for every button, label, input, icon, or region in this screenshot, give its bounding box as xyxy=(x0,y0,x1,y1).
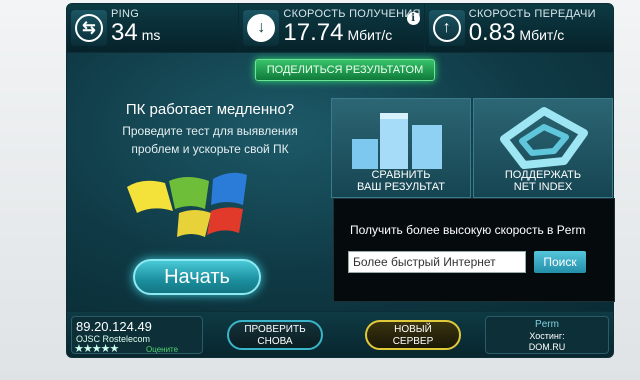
speedtest-app: ⇆ PING 34 ms ↓ СКОРОСТЬ ПОЛУЧЕНИЯ 17.74 Мб… xyxy=(0,0,640,380)
promo-line-1: Проведите тест для выявления xyxy=(122,124,298,138)
ping-metric: ⇆ PING 34 ms xyxy=(67,4,238,52)
promo-block: ПК работает медленно? Проведите тест для… xyxy=(95,101,325,158)
upload-unit: Мбит/с xyxy=(519,27,565,43)
new-server-button[interactable]: НОВЫЙ СЕРВЕР xyxy=(365,320,461,350)
upload-value: 0.83 xyxy=(468,19,516,46)
download-metric: ↓ СКОРОСТЬ ПОЛУЧЕНИЯ 17.74 Мбит/с i xyxy=(238,4,423,52)
compare-result-tile[interactable]: СРАВНИТЬ ВАШ РЕЗУЛЬТАТ xyxy=(331,98,471,198)
server-host-label: Хостинг: xyxy=(529,331,565,341)
net-index-icon xyxy=(500,107,588,169)
ip-info-box: 89.20.124.49 OJSC Rostelecom ★★★★★ Оцени… xyxy=(71,316,203,355)
windows-logo-icon xyxy=(127,172,247,237)
download-value: 17.74 xyxy=(283,19,344,46)
upload-metric: ↑ СКОРОСТЬ ПЕРЕДАЧИ 0.83 Мбит/с xyxy=(423,4,613,52)
upload-icon-box: ↑ xyxy=(428,10,465,46)
server-info-box: Perm Хостинг: DOM.RU xyxy=(485,316,609,354)
search-button[interactable]: Поиск xyxy=(534,251,586,273)
support-netindex-tile[interactable]: ПОДДЕРЖАТЬ NET INDEX xyxy=(473,98,613,198)
popup-title: Получить более высокую скорость в Perm xyxy=(350,223,586,237)
ip-address: 89.20.124.49 xyxy=(76,319,152,334)
server-host: DOM.RU xyxy=(528,342,566,352)
ping-unit: ms xyxy=(141,27,161,43)
metrics-bar: ⇆ PING 34 ms ↓ СКОРОСТЬ ПОЛУЧЕНИЯ 17.74 Мб… xyxy=(66,3,614,53)
download-icon-box: ↓ xyxy=(243,10,280,46)
bar-chart-icon xyxy=(352,113,442,169)
promo-line-2: проблем и ускорьте свой ПК xyxy=(131,142,289,156)
rating-stars[interactable]: ★★★★★ xyxy=(74,342,119,355)
compare-label: СРАВНИТЬ ВАШ РЕЗУЛЬТАТ xyxy=(357,169,445,193)
upload-arrow-icon: ↑ xyxy=(432,14,461,42)
ping-icon: ⇆ xyxy=(75,14,103,42)
retest-button[interactable]: ПРОВЕРИТЬ СНОВА xyxy=(227,320,323,350)
promo-title: ПК работает медленно? xyxy=(125,101,295,118)
main-panel: ПОДЕЛИТЬСЯ РЕЗУЛЬТАТОМ ПК работает медле… xyxy=(66,53,615,311)
search-input[interactable]: Более быстрый Интернет xyxy=(348,251,526,273)
ping-icon-box: ⇆ xyxy=(71,10,107,46)
bottom-bar: 89.20.124.49 OJSC Rostelecom ★★★★★ Оцени… xyxy=(66,311,614,358)
start-button[interactable]: Начать xyxy=(133,259,261,295)
faster-internet-popup: Получить более высокую скорость в Perm Б… xyxy=(333,198,615,302)
info-icon[interactable]: i xyxy=(406,12,420,25)
rate-link[interactable]: Оцените xyxy=(146,345,178,354)
server-city: Perm xyxy=(535,319,559,330)
support-label: ПОДДЕРЖАТЬ NET INDEX xyxy=(504,169,582,193)
download-arrow-icon: ↓ xyxy=(247,14,276,42)
download-unit: Мбит/с xyxy=(347,27,393,43)
share-result-button[interactable]: ПОДЕЛИТЬСЯ РЕЗУЛЬТАТОМ xyxy=(255,59,435,81)
ping-value: 34 xyxy=(111,19,138,46)
